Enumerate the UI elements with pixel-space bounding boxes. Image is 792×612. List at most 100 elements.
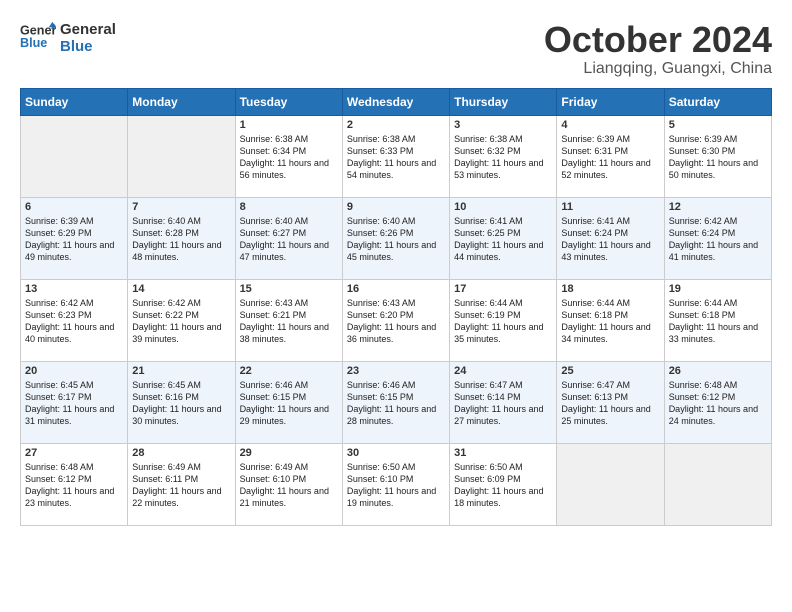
weekday-header: Saturday: [664, 88, 771, 115]
day-number: 1: [240, 119, 338, 131]
day-info: Sunrise: 6:40 AMSunset: 6:26 PMDaylight:…: [347, 215, 445, 264]
day-number: 12: [669, 201, 767, 213]
day-info: Sunrise: 6:38 AMSunset: 6:32 PMDaylight:…: [454, 133, 552, 182]
weekday-header-row: SundayMondayTuesdayWednesdayThursdayFrid…: [21, 88, 772, 115]
day-number: 30: [347, 447, 445, 459]
calendar-cell: 10 Sunrise: 6:41 AMSunset: 6:25 PMDayligh…: [450, 197, 557, 279]
day-number: 10: [454, 201, 552, 213]
weekday-header: Thursday: [450, 88, 557, 115]
calendar-cell: 15Sunrise: 6:43 AMSunset: 6:21 PMDayligh…: [235, 279, 342, 361]
day-info: Sunrise: 6:44 AMSunset: 6:18 PMDaylight:…: [669, 297, 767, 346]
logo-icon: General Blue: [20, 20, 56, 56]
day-info: Sunrise: 6:46 AMSunset: 6:15 PMDaylight:…: [240, 379, 338, 428]
calendar-week-row: 27 Sunrise: 6:48 AMSunset: 6:12 PMDayligh…: [21, 443, 772, 525]
day-number: 23: [347, 365, 445, 377]
weekday-header: Friday: [557, 88, 664, 115]
calendar-cell: 16 Sunrise: 6:43 AMSunset: 6:20 PMDayligh…: [342, 279, 449, 361]
day-info: Sunrise: 6:47 AMSunset: 6:13 PMDaylight:…: [561, 379, 659, 428]
day-info: Sunrise: 6:49 AMSunset: 6:10 PMDaylight:…: [240, 461, 338, 510]
calendar-cell: 26Sunrise: 6:48 AMSunset: 6:12 PMDayligh…: [664, 361, 771, 443]
calendar-cell: 17Sunrise: 6:44 AMSunset: 6:19 PMDayligh…: [450, 279, 557, 361]
day-info: Sunrise: 6:39 AMSunset: 6:31 PMDaylight:…: [561, 133, 659, 182]
day-info: Sunrise: 6:40 AMSunset: 6:28 PMDaylight:…: [132, 215, 230, 264]
calendar-cell: 5Sunrise: 6:39 AMSunset: 6:30 PMDaylight…: [664, 115, 771, 197]
logo: General Blue General Blue: [20, 20, 116, 56]
calendar-cell: 27 Sunrise: 6:48 AMSunset: 6:12 PMDayligh…: [21, 443, 128, 525]
day-info: Sunrise: 6:42 AMSunset: 6:24 PMDaylight:…: [669, 215, 767, 264]
calendar-cell: 31 Sunrise: 6:50 AMSunset: 6:09 PMDayligh…: [450, 443, 557, 525]
calendar-week-row: 13 Sunrise: 6:42 AMSunset: 6:23 PMDayligh…: [21, 279, 772, 361]
day-number: 28: [132, 447, 230, 459]
calendar-cell: [128, 115, 235, 197]
day-info: Sunrise: 6:46 AMSunset: 6:15 PMDaylight:…: [347, 379, 445, 428]
calendar-cell: 28 Sunrise: 6:49 AMSunset: 6:11 PMDayligh…: [128, 443, 235, 525]
day-number: 4: [561, 119, 659, 131]
day-info: Sunrise: 6:39 AMSunset: 6:29 PMDaylight:…: [25, 215, 123, 264]
day-info: Sunrise: 6:44 AMSunset: 6:19 PMDaylight:…: [454, 297, 552, 346]
calendar-cell: [557, 443, 664, 525]
calendar-cell: 21Sunrise: 6:45 AMSunset: 6:16 PMDayligh…: [128, 361, 235, 443]
day-number: 7: [132, 201, 230, 213]
day-number: 5: [669, 119, 767, 131]
calendar-cell: 30 Sunrise: 6:50 AMSunset: 6:10 PMDayligh…: [342, 443, 449, 525]
day-info: Sunrise: 6:45 AMSunset: 6:16 PMDaylight:…: [132, 379, 230, 428]
calendar-cell: 13 Sunrise: 6:42 AMSunset: 6:23 PMDayligh…: [21, 279, 128, 361]
calendar-cell: 29 Sunrise: 6:49 AMSunset: 6:10 PMDayligh…: [235, 443, 342, 525]
day-number: 19: [669, 283, 767, 295]
calendar-cell: 3Sunrise: 6:38 AMSunset: 6:32 PMDaylight…: [450, 115, 557, 197]
day-info: Sunrise: 6:44 AMSunset: 6:18 PMDaylight:…: [561, 297, 659, 346]
day-number: 16: [347, 283, 445, 295]
calendar-cell: 4 Sunrise: 6:39 AMSunset: 6:31 PMDaylight…: [557, 115, 664, 197]
weekday-header: Monday: [128, 88, 235, 115]
day-number: 18: [561, 283, 659, 295]
calendar-week-row: 6 Sunrise: 6:39 AMSunset: 6:29 PMDaylight…: [21, 197, 772, 279]
day-info: Sunrise: 6:43 AMSunset: 6:21 PMDaylight:…: [240, 297, 338, 346]
day-info: Sunrise: 6:38 AMSunset: 6:34 PMDaylight:…: [240, 133, 338, 182]
calendar-cell: 18 Sunrise: 6:44 AMSunset: 6:18 PMDayligh…: [557, 279, 664, 361]
day-info: Sunrise: 6:49 AMSunset: 6:11 PMDaylight:…: [132, 461, 230, 510]
day-number: 6: [25, 201, 123, 213]
calendar-cell: 25 Sunrise: 6:47 AMSunset: 6:13 PMDayligh…: [557, 361, 664, 443]
day-number: 25: [561, 365, 659, 377]
calendar-week-row: 20 Sunrise: 6:45 AMSunset: 6:17 PMDayligh…: [21, 361, 772, 443]
day-number: 8: [240, 201, 338, 213]
calendar-cell: 2Sunrise: 6:38 AMSunset: 6:33 PMDaylight…: [342, 115, 449, 197]
weekday-header: Wednesday: [342, 88, 449, 115]
day-info: Sunrise: 6:45 AMSunset: 6:17 PMDaylight:…: [25, 379, 123, 428]
day-info: Sunrise: 6:50 AMSunset: 6:09 PMDaylight:…: [454, 461, 552, 510]
calendar-cell: 14Sunrise: 6:42 AMSunset: 6:22 PMDayligh…: [128, 279, 235, 361]
day-number: 20: [25, 365, 123, 377]
day-info: Sunrise: 6:43 AMSunset: 6:20 PMDaylight:…: [347, 297, 445, 346]
calendar-cell: 6 Sunrise: 6:39 AMSunset: 6:29 PMDaylight…: [21, 197, 128, 279]
day-number: 14: [132, 283, 230, 295]
day-info: Sunrise: 6:40 AMSunset: 6:27 PMDaylight:…: [240, 215, 338, 264]
page-header: General Blue General Blue October 2024 L…: [20, 20, 772, 78]
day-info: Sunrise: 6:48 AMSunset: 6:12 PMDaylight:…: [669, 379, 767, 428]
day-number: 22: [240, 365, 338, 377]
day-info: Sunrise: 6:47 AMSunset: 6:14 PMDaylight:…: [454, 379, 552, 428]
day-info: Sunrise: 6:50 AMSunset: 6:10 PMDaylight:…: [347, 461, 445, 510]
calendar-cell: 12 Sunrise: 6:42 AMSunset: 6:24 PMDayligh…: [664, 197, 771, 279]
calendar-table: SundayMondayTuesdayWednesdayThursdayFrid…: [20, 88, 772, 526]
logo-line1: General: [60, 21, 116, 38]
day-info: Sunrise: 6:42 AMSunset: 6:23 PMDaylight:…: [25, 297, 123, 346]
day-number: 31: [454, 447, 552, 459]
day-number: 29: [240, 447, 338, 459]
weekday-header: Sunday: [21, 88, 128, 115]
calendar-cell: [21, 115, 128, 197]
svg-text:Blue: Blue: [20, 36, 47, 50]
calendar-week-row: 1 Sunrise: 6:38 AMSunset: 6:34 PMDaylight…: [21, 115, 772, 197]
day-number: 13: [25, 283, 123, 295]
day-number: 27: [25, 447, 123, 459]
calendar-cell: 7 Sunrise: 6:40 AMSunset: 6:28 PMDaylight…: [128, 197, 235, 279]
calendar-cell: 11Sunrise: 6:41 AMSunset: 6:24 PMDayligh…: [557, 197, 664, 279]
day-info: Sunrise: 6:48 AMSunset: 6:12 PMDaylight:…: [25, 461, 123, 510]
day-info: Sunrise: 6:41 AMSunset: 6:25 PMDaylight:…: [454, 215, 552, 264]
day-info: Sunrise: 6:41 AMSunset: 6:24 PMDaylight:…: [561, 215, 659, 264]
calendar-cell: 1 Sunrise: 6:38 AMSunset: 6:34 PMDaylight…: [235, 115, 342, 197]
day-number: 24: [454, 365, 552, 377]
day-number: 2: [347, 119, 445, 131]
calendar-cell: 23 Sunrise: 6:46 AMSunset: 6:15 PMDayligh…: [342, 361, 449, 443]
calendar-cell: 8 Sunrise: 6:40 AMSunset: 6:27 PMDaylight…: [235, 197, 342, 279]
calendar-cell: 24 Sunrise: 6:47 AMSunset: 6:14 PMDayligh…: [450, 361, 557, 443]
